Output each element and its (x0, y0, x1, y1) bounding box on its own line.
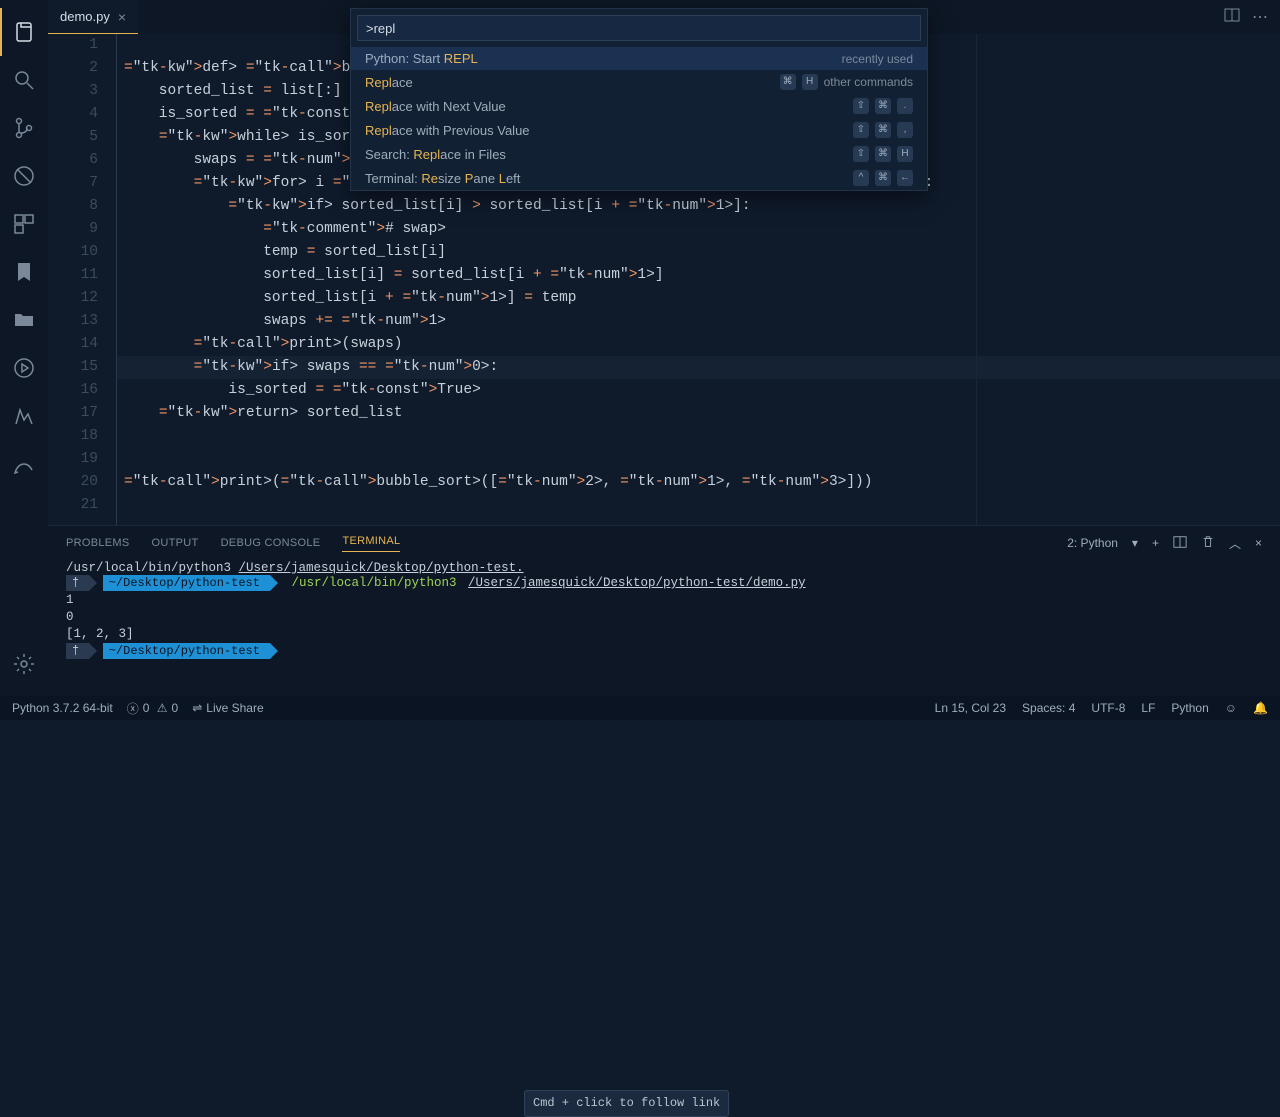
term-text: /usr/local/bin/python3 (66, 561, 231, 575)
term-output: 0 (66, 609, 1262, 626)
status-feedback-icon[interactable]: ☺ (1225, 701, 1237, 715)
activity-bar (0, 0, 48, 696)
status-lang[interactable]: Python (1171, 701, 1208, 715)
status-spaces[interactable]: Spaces: 4 (1022, 701, 1075, 715)
activity-icon-1[interactable] (0, 344, 48, 392)
term-output: 1 (66, 592, 1262, 609)
trash-icon[interactable] (1201, 535, 1215, 552)
chevron-up-icon[interactable]: ︿ (1229, 535, 1241, 552)
term-cmd-arg[interactable]: /Users/jamesquick/Desktop/python-test/de… (468, 576, 806, 590)
term-cmd: /usr/local/bin/python3 (291, 576, 456, 590)
status-bell-icon[interactable]: 🔔 (1253, 701, 1268, 715)
tab-debug-console[interactable]: DEBUG CONSOLE (221, 537, 321, 549)
palette-item[interactable]: Replace with Next Value⇧⌘. (351, 94, 927, 118)
bookmark-icon[interactable] (0, 248, 48, 296)
activity-icon-2[interactable] (0, 392, 48, 440)
term-link[interactable]: /Users/jamesquick/Desktop/python-test. (239, 561, 524, 575)
split-editor-icon[interactable] (1224, 7, 1240, 28)
split-terminal-icon[interactable] (1173, 535, 1187, 552)
tab-terminal[interactable]: TERMINAL (342, 535, 400, 552)
terminal-selector[interactable]: 2: Python▾ (1067, 536, 1138, 550)
explorer-icon[interactable] (0, 8, 48, 56)
palette-item[interactable]: Terminal: Resize Pane Left^⌘← (351, 166, 927, 190)
status-ln[interactable]: Ln 15, Col 23 (935, 701, 1006, 715)
status-eol[interactable]: LF (1141, 701, 1155, 715)
command-palette: Python: Start REPLrecently usedReplace⌘H… (350, 8, 928, 191)
activity-icon-3[interactable] (0, 440, 48, 488)
palette-list: Python: Start REPLrecently usedReplace⌘H… (351, 47, 927, 190)
palette-item[interactable]: Replace with Previous Value⇧⌘, (351, 118, 927, 142)
debug-icon[interactable] (0, 152, 48, 200)
term-output: [1, 2, 3] (66, 626, 1262, 643)
status-bar: Python 3.7.2 64-bit ⓧ 0 ⚠ 0 ⇌ Live Share… (0, 696, 1280, 720)
palette-input[interactable] (357, 15, 921, 41)
status-python[interactable]: Python 3.7.2 64-bit (12, 701, 113, 715)
line-gutter: 123456789101112131415161718192021 (48, 34, 116, 525)
close-icon[interactable]: × (118, 9, 126, 25)
bottom-panel: PROBLEMS OUTPUT DEBUG CONSOLE TERMINAL 2… (48, 525, 1280, 696)
status-encoding[interactable]: UTF-8 (1091, 701, 1125, 715)
search-icon[interactable] (0, 56, 48, 104)
tab-output[interactable]: OUTPUT (152, 537, 199, 549)
prompt-path: ~/Desktop/python-test (103, 575, 270, 591)
new-terminal-icon[interactable]: + (1152, 536, 1159, 550)
status-errors[interactable]: ⓧ 0 ⚠ 0 (127, 700, 178, 717)
tab-demo[interactable]: demo.py × (48, 0, 138, 34)
folder-icon[interactable] (0, 296, 48, 344)
prompt-path: ~/Desktop/python-test (103, 643, 270, 659)
settings-icon[interactable] (0, 640, 48, 688)
tab-label: demo.py (60, 9, 110, 24)
prompt-git-icon: † (66, 643, 89, 659)
extensions-icon[interactable] (0, 200, 48, 248)
terminal-body[interactable]: /usr/local/bin/python3 /Users/jamesquick… (48, 560, 1280, 696)
more-icon[interactable]: ⋯ (1252, 7, 1268, 27)
prompt-git-icon: † (66, 575, 89, 591)
close-panel-icon[interactable]: × (1255, 536, 1262, 550)
source-control-icon[interactable] (0, 104, 48, 152)
palette-item[interactable]: Python: Start REPLrecently used (351, 47, 927, 70)
palette-item[interactable]: Replace⌘Hother commands (351, 70, 927, 94)
palette-item[interactable]: Search: Replace in Files⇧⌘H (351, 142, 927, 166)
status-liveshare[interactable]: ⇌ Live Share (192, 701, 263, 715)
panel-tabs: PROBLEMS OUTPUT DEBUG CONSOLE TERMINAL 2… (48, 526, 1280, 560)
tab-problems[interactable]: PROBLEMS (66, 537, 130, 549)
